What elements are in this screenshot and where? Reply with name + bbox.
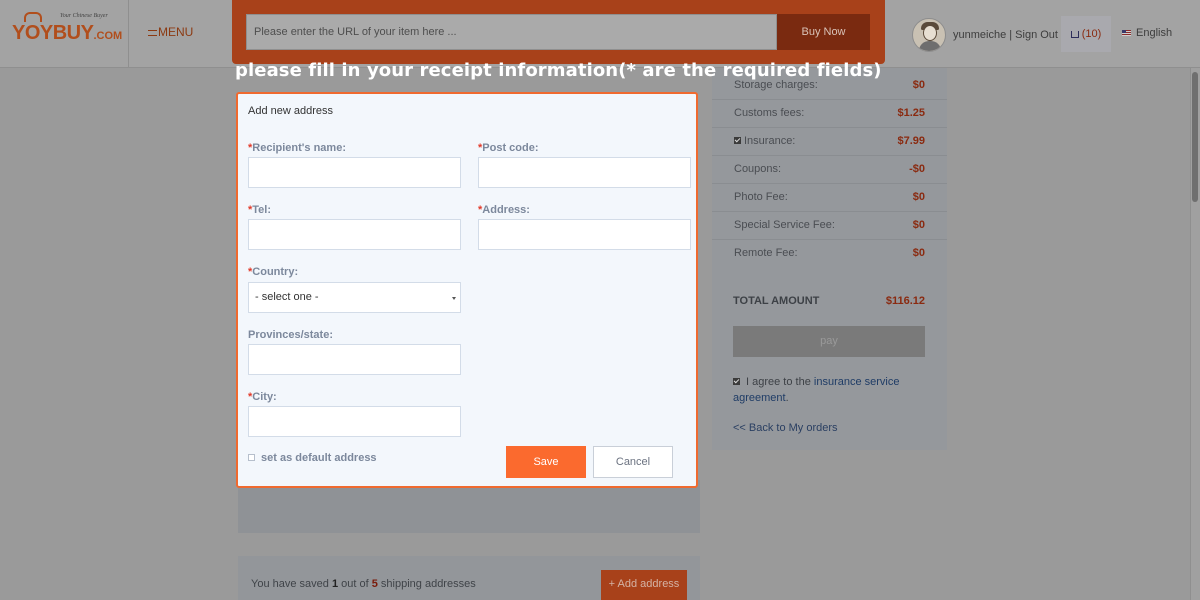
saved-addresses-text: You have saved 1 out of 5 shipping addre…: [251, 578, 476, 590]
province-input[interactable]: [248, 344, 461, 375]
menu-button[interactable]: MENU: [148, 25, 193, 39]
avatar[interactable]: [912, 18, 946, 52]
modal-title: Add new address: [248, 105, 333, 117]
logo-wordmark: YOYBUY.COM: [12, 22, 123, 44]
cart-button[interactable]: (10): [1061, 16, 1111, 52]
cancel-button[interactable]: Cancel: [593, 446, 673, 478]
back-to-orders-link[interactable]: << Back to My orders: [733, 422, 838, 434]
language-selector[interactable]: English: [1122, 27, 1172, 39]
insurance-agreement: I agree to the insurance service agreeme…: [733, 376, 900, 404]
fee-row: Coupons: -$0: [712, 156, 947, 184]
city-input[interactable]: [248, 406, 461, 437]
logo-tagline: Your Chinese Buyer: [60, 13, 108, 19]
postcode-input[interactable]: [478, 157, 691, 188]
pay-button[interactable]: pay: [733, 326, 925, 357]
save-button[interactable]: Save: [506, 446, 586, 478]
tel-input[interactable]: [248, 219, 461, 250]
item-url-input[interactable]: Please enter the URL of your item here .…: [246, 14, 777, 50]
address-input[interactable]: [478, 219, 691, 250]
recipient-name-input[interactable]: [248, 157, 461, 188]
buy-now-button[interactable]: Buy Now: [777, 14, 870, 50]
postcode-label: *Post code:: [478, 142, 539, 154]
chevron-down-icon: [452, 297, 456, 300]
modal-heading: please fill in your receipt information(…: [235, 60, 882, 81]
site-logo[interactable]: Your Chinese Buyer YOYBUY.COM: [12, 10, 122, 50]
add-address-modal: Add new address *Recipient's name: *Post…: [236, 92, 698, 488]
country-label: *Country:: [248, 266, 299, 278]
total-label: TOTAL AMOUNT: [733, 295, 820, 307]
insurance-checkbox[interactable]: [734, 137, 741, 144]
address-label: *Address:: [478, 204, 530, 216]
fee-row: Special Service Fee: $0: [712, 212, 947, 240]
fee-row: Customs fees: $1.25: [712, 100, 947, 128]
scrollbar-thumb[interactable]: [1192, 72, 1198, 202]
fee-row-insurance: Insurance: $7.99: [712, 128, 947, 156]
total-value: $116.12: [885, 295, 925, 307]
cart-icon: [1070, 31, 1079, 38]
country-select[interactable]: - select one -: [248, 282, 461, 313]
us-flag-icon: [1122, 30, 1131, 36]
default-address-option[interactable]: set as default address: [248, 452, 377, 464]
order-summary-panel: Storage charges: $0 Customs fees: $1.25 In…: [712, 68, 947, 450]
province-label: Provinces/state:: [248, 329, 333, 341]
user-links[interactable]: yunmeiche | Sign Out: [953, 29, 1058, 41]
add-address-button[interactable]: + Add address: [601, 570, 687, 600]
city-label: *City:: [248, 391, 277, 403]
agreement-checkbox[interactable]: [733, 378, 740, 385]
default-address-checkbox[interactable]: [248, 454, 255, 461]
tel-label: *Tel:: [248, 204, 272, 216]
fee-row: Remote Fee: $0: [734, 247, 925, 259]
recipient-label: *Recipient's name:: [248, 142, 346, 154]
fee-row: Photo Fee: $0: [712, 184, 947, 212]
header-divider: [128, 0, 129, 68]
shopping-bag-icon: [24, 12, 42, 22]
hamburger-icon: [148, 29, 157, 36]
